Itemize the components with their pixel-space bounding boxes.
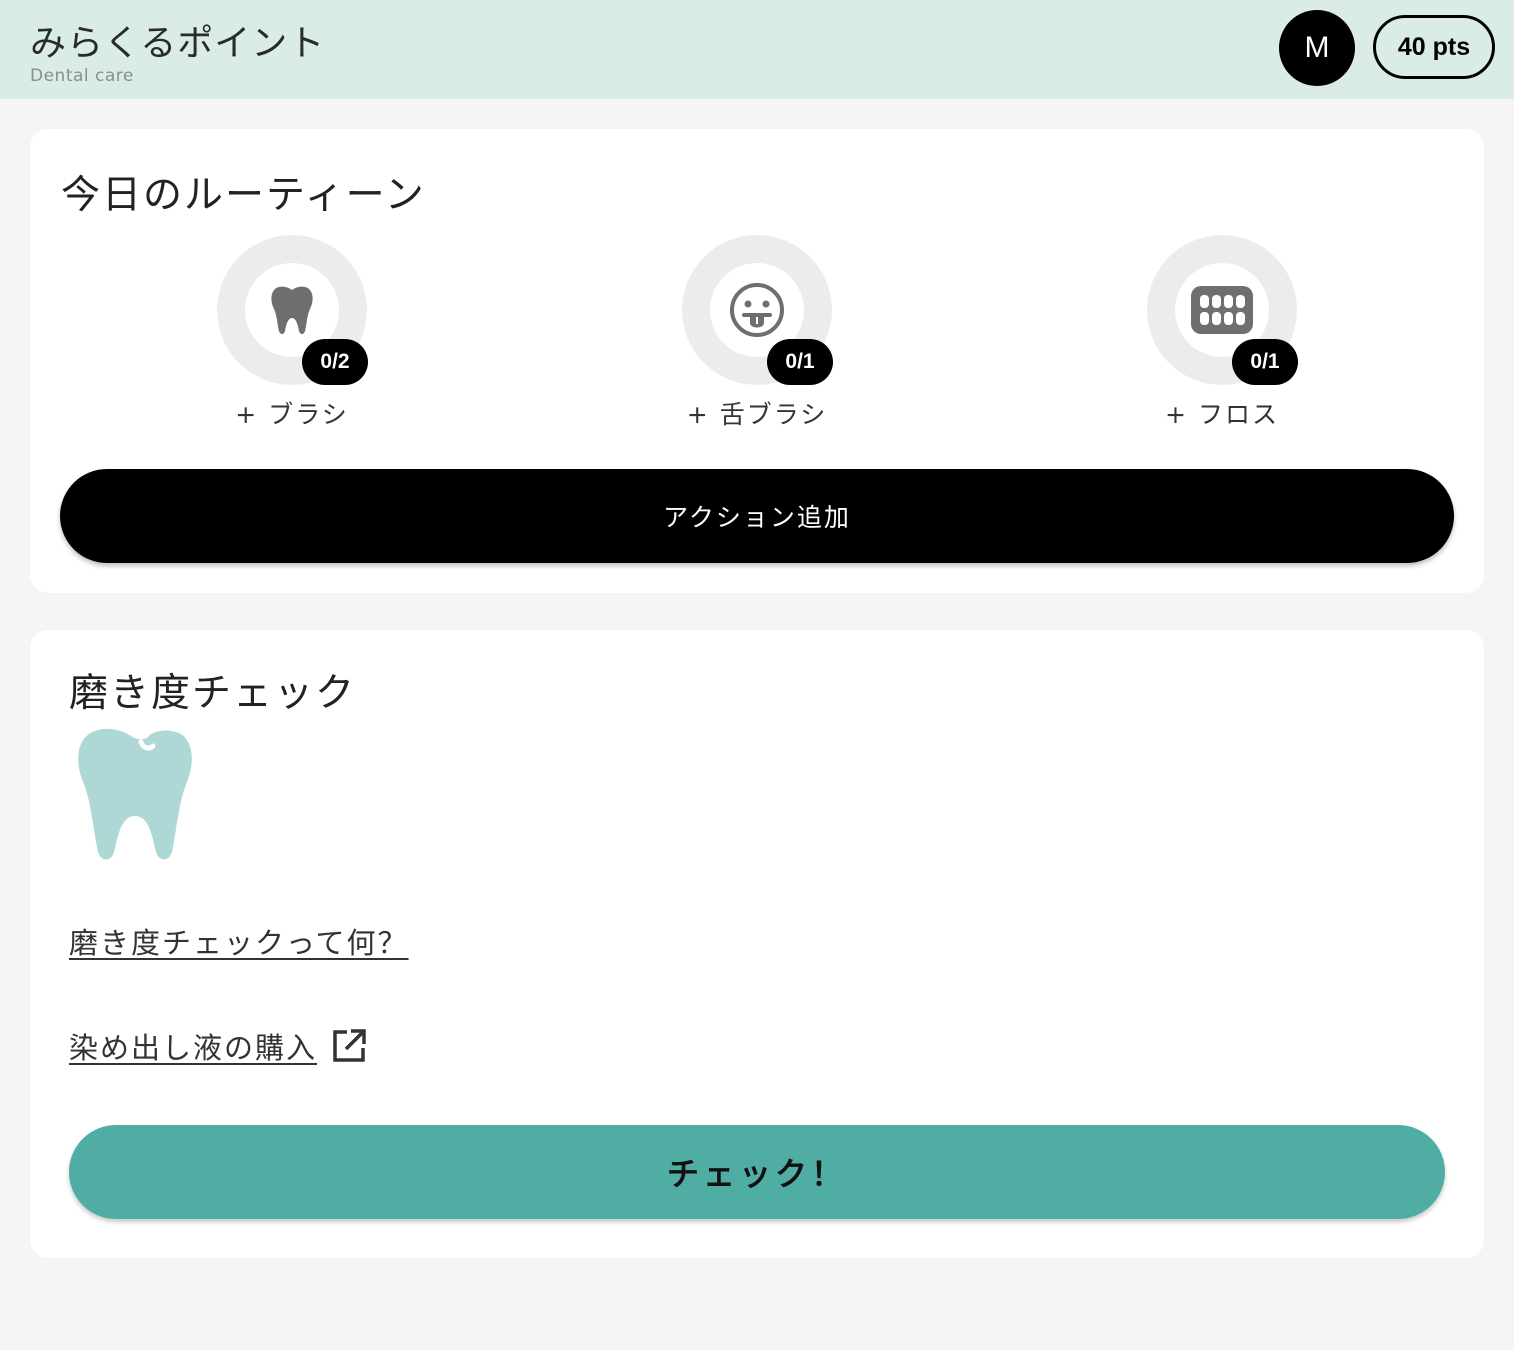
brushing-check-card: 磨き度チェック 磨き度チェックって何？ 染め出し液の購入 チェック！	[30, 630, 1484, 1258]
routine-title: 今日のルーティーン	[61, 173, 426, 218]
count-badge: 0/1	[767, 339, 833, 385]
routine-item-floss[interactable]: 0/1 + フロス	[1117, 235, 1327, 435]
buy-dye-link-label: 染め出し液の購入	[69, 1031, 318, 1065]
what-is-check-link[interactable]: 磨き度チェックって何？	[69, 920, 409, 962]
check-button[interactable]: チェック！	[69, 1125, 1445, 1219]
points-badge[interactable]: 40 pts	[1373, 15, 1495, 79]
external-link-icon	[333, 1029, 366, 1062]
tooth-icon	[78, 728, 192, 860]
app-header: みらくるポイント Dental care M 40 pts	[0, 0, 1514, 99]
check-title: 磨き度チェック	[69, 671, 357, 716]
routine-item-tongue-brush[interactable]: 0/1 + 舌ブラシ	[652, 235, 862, 435]
count-badge: 0/1	[1232, 339, 1298, 385]
add-action-button[interactable]: アクション追加	[60, 469, 1454, 563]
action-label: + 舌ブラシ	[686, 400, 828, 429]
count-badge: 0/2	[302, 339, 368, 385]
app-title: みらくるポイント	[30, 23, 326, 64]
routine-card: 今日のルーティーン 0/2 + ブラシ 0/1 + 舌ブラシ 0/1 + フロス…	[30, 129, 1484, 593]
buy-dye-link[interactable]: 染め出し液の購入	[69, 1025, 367, 1067]
teeth-grid-icon	[1191, 286, 1253, 334]
action-label: + ブラシ	[235, 400, 349, 429]
app-subtitle: Dental care	[30, 66, 134, 86]
tooth-icon	[271, 286, 313, 334]
avatar[interactable]: M	[1279, 10, 1355, 86]
tongue-face-icon	[730, 283, 784, 337]
routine-item-brush[interactable]: 0/2 + ブラシ	[187, 235, 397, 435]
action-label: + フロス	[1165, 400, 1279, 429]
